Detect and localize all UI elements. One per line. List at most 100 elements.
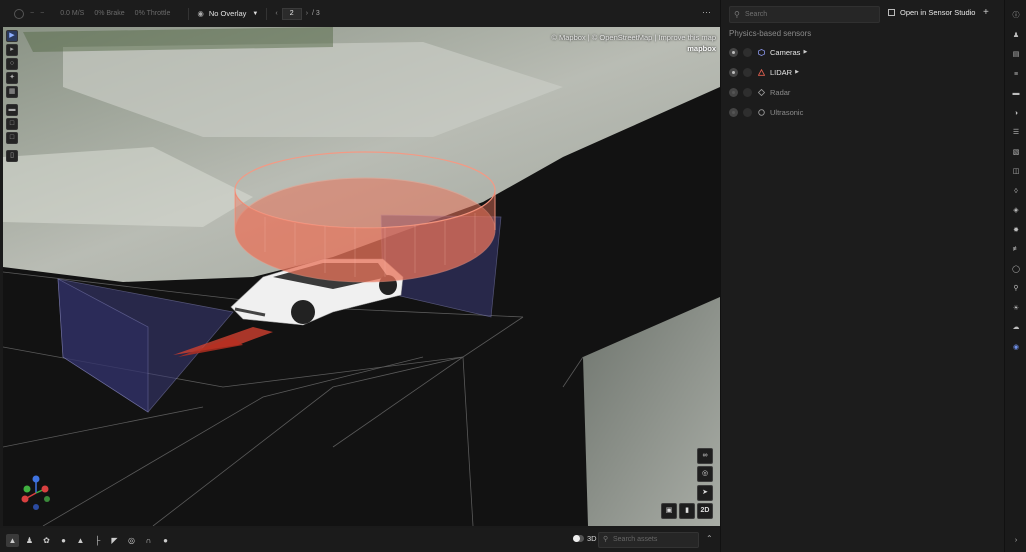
- layers-icon[interactable]: ◊: [1011, 187, 1021, 197]
- tune-icon[interactable]: ≢: [1011, 245, 1021, 255]
- ruler-tool-icon[interactable]: ▬: [6, 104, 18, 116]
- asset-search-input[interactable]: ⚲ Search assets: [598, 532, 699, 548]
- person-icon[interactable]: ●: [159, 534, 172, 547]
- more-options-button[interactable]: ⋯: [702, 7, 712, 18]
- chevron-up-icon[interactable]: ⌃: [706, 534, 713, 543]
- prev-page-button[interactable]: ‹: [275, 10, 277, 17]
- sensor-label: Cameras: [770, 47, 801, 57]
- scene-canvas: [3, 27, 720, 526]
- road-icon[interactable]: ◤: [108, 534, 121, 547]
- 3d-toggle[interactable]: 3D: [573, 534, 597, 543]
- next-page-button[interactable]: ›: [306, 10, 308, 17]
- locate-icon[interactable]: ◎: [697, 466, 713, 482]
- orbit-tool-icon[interactable]: ○: [6, 58, 18, 70]
- pan-tool-icon[interactable]: ✦: [6, 72, 18, 84]
- speed-readout: 0.0 M/S: [60, 10, 85, 17]
- camera-icon[interactable]: ▮: [679, 503, 695, 519]
- sensor-row-cameras[interactable]: Cameras ▶: [729, 45, 807, 59]
- overlay-dropdown[interactable]: ◉ No Overlay ▼: [197, 9, 258, 18]
- 3d-viewport[interactable]: © Mapbox | © OpenStreetMap | Improve thi…: [3, 27, 720, 526]
- caret-right-icon[interactable]: ▶: [795, 69, 799, 75]
- page-total: / 3: [312, 10, 320, 17]
- expand-panel-icon[interactable]: ›: [1011, 536, 1021, 546]
- info-icon[interactable]: ⓘ: [1011, 11, 1021, 21]
- sensor-label: LIDAR: [770, 67, 793, 77]
- steering-wheel-icon: [14, 8, 24, 19]
- add-sensor-button[interactable]: +: [983, 7, 989, 18]
- app-window: − − 0.0 M/S 0% Brake 0% Throttle ◉ No Ov…: [0, 0, 1026, 552]
- search-globe-icon[interactable]: ⚲: [1011, 284, 1021, 294]
- calendar-icon[interactable]: ▤: [1011, 50, 1021, 60]
- lock-icon[interactable]: [743, 107, 752, 117]
- visibility-eye-icon[interactable]: [729, 87, 738, 97]
- chart-icon[interactable]: ▧: [1011, 148, 1021, 158]
- minus-icon[interactable]: −: [40, 10, 44, 17]
- overlay-label: No Overlay: [208, 9, 247, 18]
- divider: [266, 7, 268, 20]
- database-icon[interactable]: ◫: [1011, 167, 1021, 177]
- lock-icon[interactable]: [743, 47, 752, 57]
- globe-icon[interactable]: ◯: [1011, 265, 1021, 275]
- 3d-toggle-label: 3D: [587, 534, 597, 543]
- triangle-icon: [758, 68, 765, 76]
- open-sensor-studio-button[interactable]: Open in Sensor Studio: [888, 8, 975, 17]
- 2d-toggle-button[interactable]: 2D: [697, 503, 713, 519]
- tool-palette: ▶ ▸ ○ ✦ ▦ ▬ □ □ ▯: [6, 30, 20, 164]
- sun-icon[interactable]: ☀: [1011, 304, 1021, 314]
- sensor-row-lidar[interactable]: LIDAR ▶: [729, 65, 799, 79]
- visibility-eye-icon[interactable]: [729, 67, 738, 77]
- visibility-eye-icon[interactable]: [729, 47, 738, 57]
- card-icon[interactable]: ▬: [1011, 89, 1021, 99]
- visibility-eye-icon[interactable]: [729, 107, 738, 117]
- compass-icon[interactable]: ➤: [697, 485, 713, 501]
- lock-icon[interactable]: [743, 87, 752, 97]
- eye-icon: ◉: [197, 9, 204, 18]
- top-toolbar: − − 0.0 M/S 0% Brake 0% Throttle ◉ No Ov…: [0, 0, 720, 27]
- search-icon: ⚲: [734, 10, 740, 19]
- frame-tool-icon[interactable]: □: [6, 132, 18, 144]
- sign-icon[interactable]: ├: [91, 534, 104, 547]
- animal-icon[interactable]: ✿: [40, 534, 53, 547]
- steering-indicator: − −: [14, 8, 50, 19]
- target-icon[interactable]: ◎: [125, 534, 138, 547]
- minus-icon[interactable]: −: [30, 10, 34, 17]
- search-input[interactable]: ⚲ Search: [729, 6, 880, 23]
- search-icon: ⚲: [603, 536, 609, 543]
- sensor-row-radar[interactable]: Radar: [729, 85, 790, 99]
- studio-icon: [888, 9, 895, 16]
- divider: [188, 7, 190, 20]
- car-icon[interactable]: ▲: [6, 533, 19, 547]
- pedestrian-icon[interactable]: ♟: [23, 534, 36, 547]
- chevron-down-icon: ▼: [252, 10, 259, 17]
- lock-icon[interactable]: [743, 67, 752, 77]
- network-icon[interactable]: ✸: [1011, 226, 1021, 236]
- circle-icon: [758, 108, 765, 116]
- select-tool-icon[interactable]: ▸: [6, 44, 18, 56]
- brake-readout: 0% Brake: [94, 10, 125, 17]
- image-icon[interactable]: ▣: [661, 503, 677, 519]
- weather-icon[interactable]: ☁: [1011, 323, 1021, 333]
- diamond-icon: [758, 88, 765, 96]
- document-icon[interactable]: ☰: [1011, 128, 1021, 138]
- toggle-switch[interactable]: [573, 535, 584, 542]
- contrast-icon[interactable]: ◑: [1011, 109, 1021, 119]
- cone-icon[interactable]: ●: [57, 534, 70, 547]
- throttle-readout: 0% Throttle: [134, 10, 171, 17]
- map-attribution[interactable]: © Mapbox | © OpenStreetMap | Improve thi…: [551, 33, 716, 42]
- asset-search-placeholder: Search assets: [613, 536, 658, 543]
- sliders-icon[interactable]: ≡: [1011, 70, 1021, 80]
- crop-tool-icon[interactable]: □: [6, 118, 18, 130]
- sensor-icon[interactable]: ◉: [1011, 343, 1021, 353]
- tree-icon[interactable]: ▲: [74, 534, 87, 547]
- sensor-row-ultrasonic[interactable]: Ultrasonic: [729, 105, 803, 119]
- mapbox-logo: mapbox: [687, 44, 716, 53]
- caret-right-icon[interactable]: ▶: [803, 49, 807, 55]
- person-icon[interactable]: ♟: [1011, 31, 1021, 41]
- link-icon[interactable]: ∞: [697, 448, 713, 464]
- page-input[interactable]: 2: [281, 7, 302, 20]
- shield-icon[interactable]: ◈: [1011, 206, 1021, 216]
- trash-icon[interactable]: ▯: [6, 150, 18, 162]
- grid-tool-icon[interactable]: ▦: [6, 86, 18, 98]
- bridge-icon[interactable]: ∩: [142, 534, 155, 547]
- pointer-tool-icon[interactable]: ▶: [6, 30, 18, 42]
